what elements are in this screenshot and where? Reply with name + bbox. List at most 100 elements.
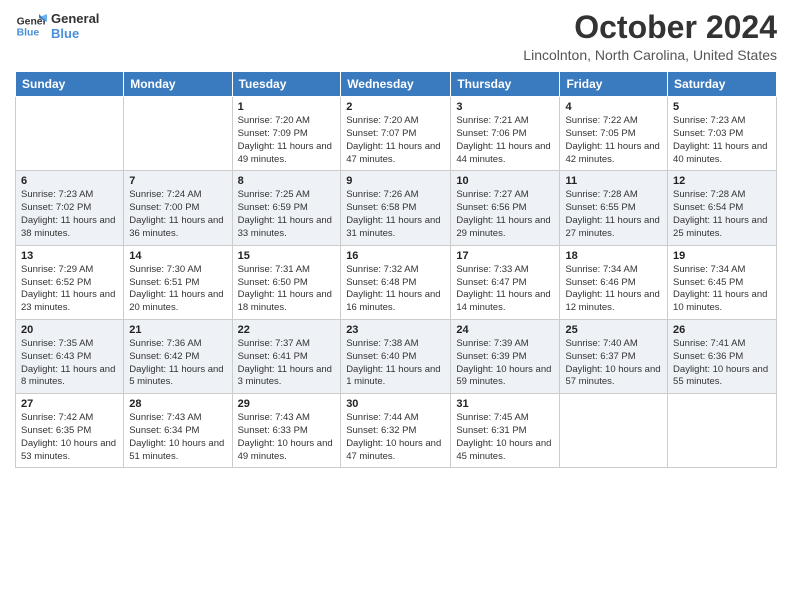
table-row: 6 Sunrise: 7:23 AM Sunset: 7:02 PM Daylig… bbox=[16, 171, 124, 245]
day-number: 13 bbox=[21, 250, 118, 262]
title-block: October 2024 Lincolnton, North Carolina,… bbox=[523, 10, 777, 63]
day-number: 4 bbox=[565, 101, 662, 113]
header-wednesday: Wednesday bbox=[341, 72, 451, 97]
day-number: 26 bbox=[673, 324, 771, 336]
day-info: Sunrise: 7:37 AM Sunset: 6:41 PM Dayligh… bbox=[238, 338, 336, 389]
table-row: 7 Sunrise: 7:24 AM Sunset: 7:00 PM Daylig… bbox=[124, 171, 232, 245]
day-number: 16 bbox=[346, 250, 445, 262]
day-info: Sunrise: 7:22 AM Sunset: 7:05 PM Dayligh… bbox=[565, 115, 662, 166]
table-row: 8Sunrise: 7:25 AM Sunset: 6:59 PM Daylig… bbox=[232, 171, 341, 245]
table-row: 23 Sunrise: 7:38 AM Sunset: 6:40 PM Dayli… bbox=[341, 319, 451, 393]
table-row: 5 Sunrise: 7:23 AM Sunset: 7:03 PM Daylig… bbox=[668, 97, 777, 171]
header-tuesday: Tuesday bbox=[232, 72, 341, 97]
table-row: 24 Sunrise: 7:39 AM Sunset: 6:39 PM Dayli… bbox=[451, 319, 560, 393]
table-row: 13Sunrise: 7:29 AM Sunset: 6:52 PM Dayli… bbox=[16, 245, 124, 319]
day-info: Sunrise: 7:42 AM Sunset: 6:35 PM Dayligh… bbox=[21, 412, 118, 463]
day-info: Sunrise: 7:36 AM Sunset: 6:42 PM Dayligh… bbox=[129, 338, 226, 389]
header: General Blue General Blue October 2024 L… bbox=[15, 10, 777, 63]
day-number: 23 bbox=[346, 324, 445, 336]
subtitle: Lincolnton, North Carolina, United State… bbox=[523, 47, 777, 63]
calendar-week-row: 6 Sunrise: 7:23 AM Sunset: 7:02 PM Daylig… bbox=[16, 171, 777, 245]
table-row bbox=[124, 97, 232, 171]
day-number: 24 bbox=[456, 324, 554, 336]
day-info: Sunrise: 7:20 AM Sunset: 7:07 PM Dayligh… bbox=[346, 115, 445, 166]
day-number: 20 bbox=[21, 324, 118, 336]
day-info: Sunrise: 7:28 AM Sunset: 6:54 PM Dayligh… bbox=[673, 189, 771, 240]
day-number: 21 bbox=[129, 324, 226, 336]
table-row: 4 Sunrise: 7:22 AM Sunset: 7:05 PM Daylig… bbox=[560, 97, 668, 171]
logo-general: General bbox=[51, 11, 99, 26]
table-row bbox=[560, 394, 668, 468]
calendar-week-row: 13Sunrise: 7:29 AM Sunset: 6:52 PM Dayli… bbox=[16, 245, 777, 319]
calendar-header-row: Sunday Monday Tuesday Wednesday Thursday… bbox=[16, 72, 777, 97]
day-number: 2 bbox=[346, 101, 445, 113]
calendar-week-row: 1 Sunrise: 7:20 AM Sunset: 7:09 PM Daylig… bbox=[16, 97, 777, 171]
calendar-week-row: 27 Sunrise: 7:42 AM Sunset: 6:35 PM Dayli… bbox=[16, 394, 777, 468]
day-info: Sunrise: 7:24 AM Sunset: 7:00 PM Dayligh… bbox=[129, 189, 226, 240]
day-info: Sunrise: 7:20 AM Sunset: 7:09 PM Dayligh… bbox=[238, 115, 336, 166]
table-row: 9 Sunrise: 7:26 AM Sunset: 6:58 PM Daylig… bbox=[341, 171, 451, 245]
day-number: 30 bbox=[346, 398, 445, 410]
table-row: 29Sunrise: 7:43 AM Sunset: 6:33 PM Dayli… bbox=[232, 394, 341, 468]
page: General Blue General Blue October 2024 L… bbox=[0, 0, 792, 612]
day-info: Sunrise: 7:41 AM Sunset: 6:36 PM Dayligh… bbox=[673, 338, 771, 389]
table-row: 20 Sunrise: 7:35 AM Sunset: 6:43 PM Dayli… bbox=[16, 319, 124, 393]
day-info: Sunrise: 7:26 AM Sunset: 6:58 PM Dayligh… bbox=[346, 189, 445, 240]
table-row: 28 Sunrise: 7:43 AM Sunset: 6:34 PM Dayli… bbox=[124, 394, 232, 468]
table-row: 12 Sunrise: 7:28 AM Sunset: 6:54 PM Dayli… bbox=[668, 171, 777, 245]
day-info: Sunrise: 7:40 AM Sunset: 6:37 PM Dayligh… bbox=[565, 338, 662, 389]
day-number: 28 bbox=[129, 398, 226, 410]
day-number: 6 bbox=[21, 175, 118, 187]
table-row: 25 Sunrise: 7:40 AM Sunset: 6:37 PM Dayli… bbox=[560, 319, 668, 393]
day-number: 8 bbox=[238, 175, 336, 187]
day-info: Sunrise: 7:44 AM Sunset: 6:32 PM Dayligh… bbox=[346, 412, 445, 463]
day-info: Sunrise: 7:32 AM Sunset: 6:48 PM Dayligh… bbox=[346, 264, 445, 315]
svg-text:Blue: Blue bbox=[17, 28, 40, 39]
day-info: Sunrise: 7:23 AM Sunset: 7:02 PM Dayligh… bbox=[21, 189, 118, 240]
day-info: Sunrise: 7:30 AM Sunset: 6:51 PM Dayligh… bbox=[129, 264, 226, 315]
day-number: 9 bbox=[346, 175, 445, 187]
day-info: Sunrise: 7:27 AM Sunset: 6:56 PM Dayligh… bbox=[456, 189, 554, 240]
table-row: 31 Sunrise: 7:45 AM Sunset: 6:31 PM Dayli… bbox=[451, 394, 560, 468]
day-info: Sunrise: 7:38 AM Sunset: 6:40 PM Dayligh… bbox=[346, 338, 445, 389]
table-row: 10 Sunrise: 7:27 AM Sunset: 6:56 PM Dayli… bbox=[451, 171, 560, 245]
table-row bbox=[668, 394, 777, 468]
day-info: Sunrise: 7:43 AM Sunset: 6:34 PM Dayligh… bbox=[129, 412, 226, 463]
day-number: 12 bbox=[673, 175, 771, 187]
day-number: 19 bbox=[673, 250, 771, 262]
table-row: 22 Sunrise: 7:37 AM Sunset: 6:41 PM Dayli… bbox=[232, 319, 341, 393]
day-number: 1 bbox=[238, 101, 336, 113]
day-number: 3 bbox=[456, 101, 554, 113]
table-row: 30 Sunrise: 7:44 AM Sunset: 6:32 PM Dayli… bbox=[341, 394, 451, 468]
header-friday: Friday bbox=[560, 72, 668, 97]
header-thursday: Thursday bbox=[451, 72, 560, 97]
day-number: 15 bbox=[238, 250, 336, 262]
table-row: 17Sunrise: 7:33 AM Sunset: 6:47 PM Dayli… bbox=[451, 245, 560, 319]
day-number: 31 bbox=[456, 398, 554, 410]
day-number: 22 bbox=[238, 324, 336, 336]
day-number: 7 bbox=[129, 175, 226, 187]
day-info: Sunrise: 7:35 AM Sunset: 6:43 PM Dayligh… bbox=[21, 338, 118, 389]
day-info: Sunrise: 7:23 AM Sunset: 7:03 PM Dayligh… bbox=[673, 115, 771, 166]
day-number: 25 bbox=[565, 324, 662, 336]
logo-icon: General Blue bbox=[15, 10, 47, 42]
table-row: 16 Sunrise: 7:32 AM Sunset: 6:48 PM Dayli… bbox=[341, 245, 451, 319]
logo: General Blue General Blue bbox=[15, 10, 99, 42]
day-info: Sunrise: 7:34 AM Sunset: 6:46 PM Dayligh… bbox=[565, 264, 662, 315]
day-number: 10 bbox=[456, 175, 554, 187]
day-info: Sunrise: 7:31 AM Sunset: 6:50 PM Dayligh… bbox=[238, 264, 336, 315]
day-number: 5 bbox=[673, 101, 771, 113]
day-info: Sunrise: 7:39 AM Sunset: 6:39 PM Dayligh… bbox=[456, 338, 554, 389]
day-info: Sunrise: 7:45 AM Sunset: 6:31 PM Dayligh… bbox=[456, 412, 554, 463]
day-info: Sunrise: 7:33 AM Sunset: 6:47 PM Dayligh… bbox=[456, 264, 554, 315]
table-row: 19 Sunrise: 7:34 AM Sunset: 6:45 PM Dayli… bbox=[668, 245, 777, 319]
table-row: 18 Sunrise: 7:34 AM Sunset: 6:46 PM Dayli… bbox=[560, 245, 668, 319]
logo-blue: Blue bbox=[51, 26, 99, 41]
day-number: 27 bbox=[21, 398, 118, 410]
day-number: 11 bbox=[565, 175, 662, 187]
day-info: Sunrise: 7:34 AM Sunset: 6:45 PM Dayligh… bbox=[673, 264, 771, 315]
table-row: 27 Sunrise: 7:42 AM Sunset: 6:35 PM Dayli… bbox=[16, 394, 124, 468]
day-number: 29 bbox=[238, 398, 336, 410]
table-row: 1 Sunrise: 7:20 AM Sunset: 7:09 PM Daylig… bbox=[232, 97, 341, 171]
day-number: 18 bbox=[565, 250, 662, 262]
